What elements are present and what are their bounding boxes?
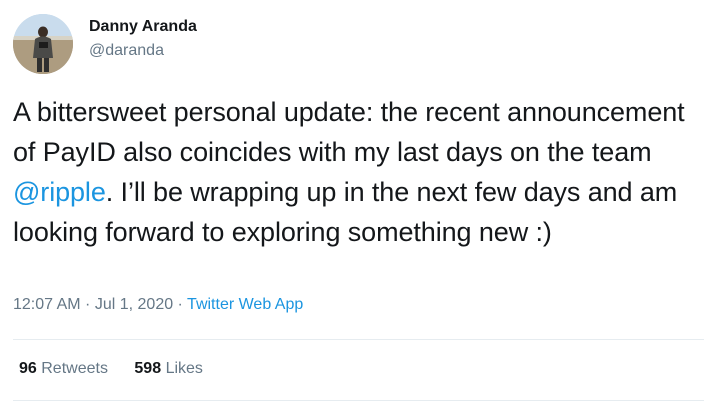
tweet-stats: 96 Retweets 598 Likes bbox=[19, 360, 225, 378]
tweet-date[interactable]: Jul 1, 2020 bbox=[95, 296, 173, 313]
avatar[interactable] bbox=[13, 14, 73, 74]
likes-stat[interactable]: 598 Likes bbox=[134, 360, 203, 378]
divider bbox=[13, 400, 704, 401]
likes-count: 598 bbox=[134, 360, 162, 377]
retweets-count: 96 bbox=[19, 360, 37, 377]
tweet-text: A bittersweet personal update: the recen… bbox=[13, 92, 693, 252]
tweet-time[interactable]: 12:07 AM bbox=[13, 296, 81, 313]
profile-photo-image bbox=[13, 14, 73, 74]
author-handle[interactable]: @daranda bbox=[89, 42, 164, 60]
divider bbox=[13, 339, 704, 340]
likes-label: Likes bbox=[165, 360, 203, 377]
tweet-source-link[interactable]: Twitter Web App bbox=[187, 296, 303, 313]
meta-separator: · bbox=[173, 296, 188, 313]
meta-separator: · bbox=[80, 296, 95, 313]
retweets-stat[interactable]: 96 Retweets bbox=[19, 360, 108, 378]
author-name[interactable]: Danny Aranda bbox=[89, 18, 197, 36]
mention-link[interactable]: @ripple bbox=[13, 177, 106, 207]
tweet-text-part: A bittersweet personal update: the recen… bbox=[13, 97, 685, 167]
retweets-label: Retweets bbox=[41, 360, 108, 377]
tweet-meta: 12:07 AM · Jul 1, 2020 · Twitter Web App bbox=[13, 296, 303, 314]
tweet-text-part: . I’ll be wrapping up in the next few da… bbox=[13, 177, 678, 247]
tweet-card: Danny Aranda @daranda A bittersweet pers… bbox=[0, 0, 704, 403]
